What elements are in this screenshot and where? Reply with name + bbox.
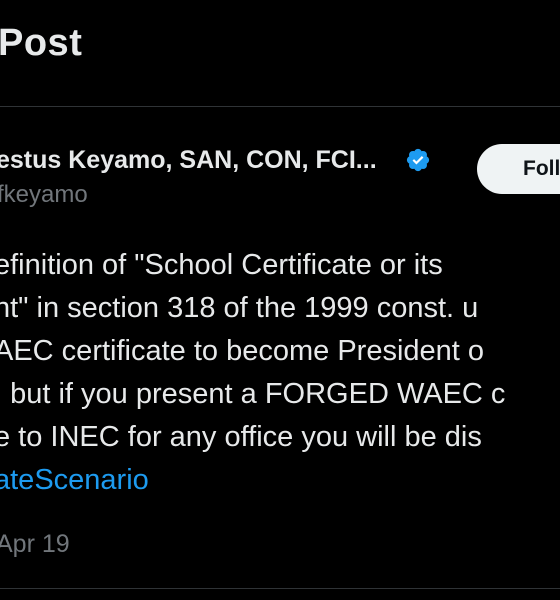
post-text-line: , but if you present a FORGED WAEC c: [0, 378, 506, 410]
post-text-line: efinition of "School Certificate or its: [0, 249, 443, 281]
post-text-line: e to INEC for any office you will be dis: [0, 421, 482, 453]
post-text-line: nt" in section 318 of the 1999 const. u: [0, 292, 479, 324]
post-timestamp[interactable]: Apr 19: [0, 530, 70, 559]
page-title: Post: [0, 22, 83, 64]
author-name[interactable]: estus Keyamo, SAN, CON, FCI...: [0, 146, 377, 175]
follow-button[interactable]: Follow: [477, 144, 560, 194]
header-divider: [0, 106, 560, 107]
post-text: efinition of "School Certificate or its …: [0, 244, 505, 502]
verified-badge-icon: [406, 148, 430, 172]
post-text-line: AEC certificate to become President o: [0, 335, 485, 367]
footer-divider: [0, 588, 560, 589]
author-handle[interactable]: fkeyamo: [0, 181, 88, 209]
hashtag-link[interactable]: ateScenario: [0, 459, 505, 502]
post-page: Post estus Keyamo, SAN, CON, FCI... fkey…: [0, 0, 560, 600]
